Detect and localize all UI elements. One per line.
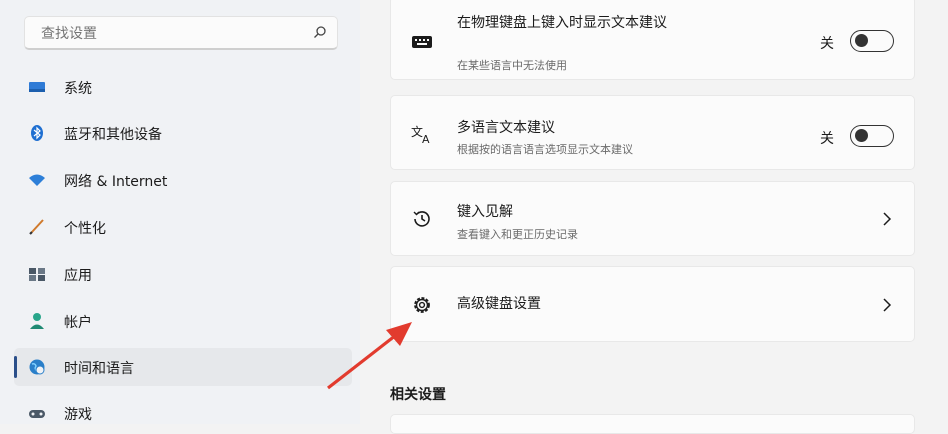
sidebar-item-label: 应用 [64, 268, 92, 284]
gamepad-icon [29, 410, 45, 418]
wifi-icon [29, 174, 45, 186]
search-box[interactable] [24, 16, 338, 50]
brush-icon [29, 219, 44, 235]
sidebar-item-label: 游戏 [64, 407, 92, 423]
toggle-switch[interactable] [850, 125, 894, 147]
sidebar: 系统 蓝牙和其他设备 网络 & Internet 个性化 应用 [0, 0, 360, 424]
main-content: 在物理键盘上键入时显示文本建议 在某些语言中无法使用 关 文 A 多语言文本建议… [360, 0, 948, 434]
setting-title: 键入见解 [457, 204, 513, 220]
setting-title: 高级键盘设置 [457, 296, 541, 312]
setting-subtitle: 查看键入和更正历史记录 [457, 228, 578, 241]
sidebar-item-label: 蓝牙和其他设备 [64, 127, 162, 143]
apps-icon [29, 268, 45, 281]
gear-icon [414, 297, 430, 313]
toggle-state-label: 关 [820, 131, 834, 147]
search-icon[interactable] [313, 25, 327, 39]
sidebar-item-system[interactable]: 系统 [14, 68, 352, 106]
keyboard-icon [412, 36, 432, 48]
search-input[interactable] [39, 23, 303, 45]
setting-title: 多语言文本建议 [457, 120, 555, 136]
setting-card-advanced-keyboard[interactable]: 高级键盘设置 [390, 266, 915, 342]
sidebar-item-label: 网络 & Internet [64, 174, 168, 190]
person-icon [30, 313, 44, 329]
sidebar-item-accounts[interactable]: 帐户 [14, 302, 352, 340]
chevron-right-icon [883, 298, 892, 312]
setting-card-typing-insights[interactable]: 键入见解 查看键入和更正历史记录 [390, 181, 915, 256]
setting-subtitle: 在某些语言中无法使用 [457, 59, 567, 72]
toggle-switch[interactable] [850, 30, 894, 52]
sidebar-item-time-language[interactable]: 时间和语言 [14, 348, 352, 386]
chevron-right-icon [883, 212, 892, 226]
sidebar-item-apps[interactable]: 应用 [14, 255, 352, 293]
svg-text:A: A [422, 133, 430, 144]
sidebar-item-personalization[interactable]: 个性化 [14, 208, 352, 246]
toggle-knob [855, 129, 868, 142]
annotation-arrow [327, 322, 412, 390]
globe-clock-icon [29, 359, 45, 375]
setting-card-physical-keyboard-suggestions: 在物理键盘上键入时显示文本建议 在某些语言中无法使用 关 [390, 0, 915, 80]
sidebar-item-network[interactable]: 网络 & Internet [14, 161, 352, 199]
related-settings-card[interactable] [390, 414, 915, 434]
sidebar-item-gaming[interactable]: 游戏 [14, 394, 352, 432]
sidebar-item-label: 系统 [64, 81, 92, 97]
language-icon: 文 A [411, 124, 430, 144]
setting-title: 在物理键盘上键入时显示文本建议 [457, 15, 667, 31]
sidebar-item-bluetooth[interactable]: 蓝牙和其他设备 [14, 114, 352, 152]
toggle-knob [855, 34, 868, 47]
sidebar-item-label: 个性化 [64, 221, 106, 237]
setting-subtitle: 根据按的语言语言选项显示文本建议 [457, 143, 633, 156]
sidebar-item-label: 帐户 [64, 315, 92, 331]
toggle-state-label: 关 [820, 36, 834, 52]
sidebar-item-label: 时间和语言 [64, 361, 134, 377]
bluetooth-icon [31, 125, 43, 141]
active-indicator [14, 356, 17, 378]
history-icon [413, 211, 430, 227]
setting-card-multilingual-suggestions: 文 A 多语言文本建议 根据按的语言语言选项显示文本建议 关 [390, 95, 915, 170]
monitor-icon [29, 82, 45, 92]
